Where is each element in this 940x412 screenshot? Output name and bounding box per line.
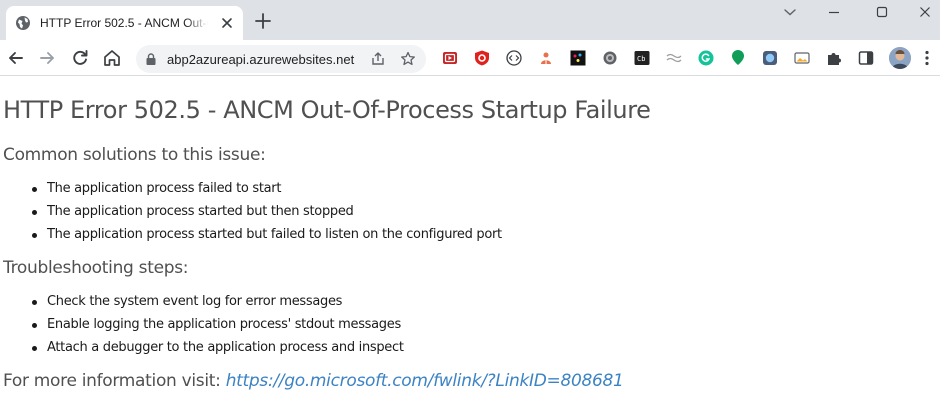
troubleshooting-list: Check the system event log for error mes… — [32, 294, 404, 363]
dark-extension-icon[interactable] — [570, 50, 586, 66]
forward-arrow-icon[interactable] — [36, 47, 58, 69]
profile-avatar[interactable] — [889, 47, 911, 69]
grammarly-icon[interactable] — [698, 50, 714, 66]
home-icon[interactable] — [101, 47, 123, 69]
solutions-list: The application process failed to start … — [32, 181, 502, 250]
share-icon[interactable] — [370, 51, 386, 67]
close-window-icon[interactable] — [914, 3, 936, 21]
active-tab[interactable]: HTTP Error 502.5 - ANCM Out-Of-Process S… — [6, 6, 243, 40]
wave-extension-icon[interactable] — [666, 50, 682, 66]
minimize-icon[interactable] — [823, 3, 845, 21]
page-content: HTTP Error 502.5 - ANCM Out-Of-Process S… — [0, 76, 940, 412]
slides-extension-icon[interactable] — [442, 50, 458, 66]
sidepanel-icon[interactable] — [858, 50, 874, 66]
more-info-link[interactable]: https://go.microsoft.com/fwlink/?LinkID=… — [226, 371, 624, 391]
list-item: Attach a debugger to the application pro… — [32, 340, 404, 363]
address-bar[interactable]: abp2azureapi.azurewebsites.net — [136, 45, 426, 73]
troubleshooting-heading: Troubleshooting steps: — [3, 258, 189, 278]
list-item: The application process started but then… — [32, 204, 502, 227]
solutions-heading: Common solutions to this issue: — [3, 145, 266, 165]
url-text[interactable]: abp2azureapi.azurewebsites.net — [167, 52, 365, 68]
maximize-icon[interactable] — [871, 3, 893, 21]
puzzle-icon[interactable] — [826, 50, 842, 66]
tab-title: HTTP Error 502.5 - ANCM Out-Of-Process S… — [40, 16, 208, 32]
bookmark-star-icon[interactable] — [400, 51, 416, 67]
reload-icon[interactable] — [69, 47, 91, 69]
green-drop-icon[interactable] — [730, 50, 746, 66]
list-item: The application process started but fail… — [32, 227, 502, 250]
lock-icon[interactable] — [144, 52, 158, 66]
close-tab-icon[interactable] — [218, 14, 236, 32]
new-tab-icon[interactable] — [252, 10, 274, 32]
ublock-icon[interactable] — [474, 50, 490, 66]
list-item: The application process failed to start — [32, 181, 502, 204]
more-info-text: For more information visit: https://go.m… — [3, 371, 624, 391]
svg-text:Cb: Cb — [637, 55, 645, 63]
gear-extension-icon[interactable] — [602, 50, 618, 66]
tab-search-chevron-icon[interactable] — [779, 3, 801, 21]
globe-icon — [16, 16, 30, 30]
more-info-label: For more information visit: — [3, 371, 226, 391]
user-extension-icon[interactable] — [538, 50, 554, 66]
code-extension-icon[interactable] — [506, 50, 522, 66]
cb-extension-icon[interactable]: Cb — [634, 50, 650, 66]
browser-toolbar: abp2azureapi.azurewebsites.net Cb — [0, 40, 940, 76]
back-arrow-icon[interactable] — [5, 47, 27, 69]
more-menu-icon[interactable] — [920, 49, 934, 67]
image-extension-icon[interactable] — [794, 50, 810, 66]
error-heading: HTTP Error 502.5 - ANCM Out-Of-Process S… — [3, 96, 651, 124]
tab-strip: HTTP Error 502.5 - ANCM Out-Of-Process S… — [0, 0, 940, 40]
snapshot-extension-icon[interactable] — [762, 50, 778, 66]
avatar-face-icon — [889, 47, 911, 69]
list-item: Enable logging the application process' … — [32, 317, 404, 340]
list-item: Check the system event log for error mes… — [32, 294, 404, 317]
